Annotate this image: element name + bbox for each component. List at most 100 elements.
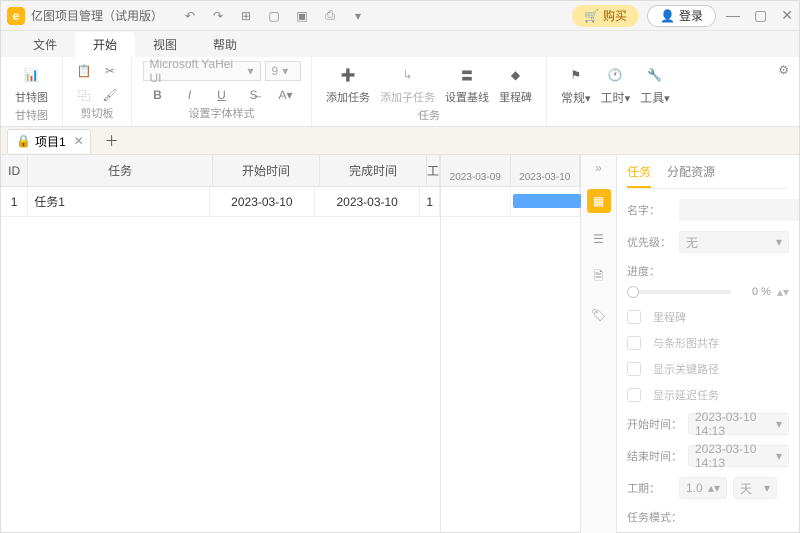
- barshare-checkbox[interactable]: [627, 336, 641, 350]
- tab-start[interactable]: 开始: [75, 32, 135, 57]
- new-icon[interactable]: ⊞: [239, 9, 253, 23]
- close-icon[interactable]: ✕: [781, 7, 793, 24]
- redo-icon[interactable]: ↷: [211, 9, 225, 23]
- cell-start[interactable]: 2023-03-10: [210, 187, 315, 216]
- table-header: ID 任务 开始时间 完成时间 工: [1, 155, 440, 187]
- gantt-row[interactable]: [441, 187, 580, 217]
- priority-select[interactable]: 无▾: [679, 231, 789, 253]
- more-icon[interactable]: ▾: [351, 9, 365, 23]
- brush-icon[interactable]: 🖌: [99, 85, 121, 105]
- baseline-button[interactable]: 〓设置基线: [441, 61, 493, 107]
- minimize-icon[interactable]: ―: [726, 7, 740, 24]
- paste-icon[interactable]: 📋: [73, 61, 95, 81]
- rail-list-icon[interactable]: ☰: [587, 227, 611, 251]
- undo-icon[interactable]: ↶: [183, 9, 197, 23]
- subtask-icon: ↳: [396, 63, 420, 87]
- stepper-icon[interactable]: ▴▾: [777, 285, 789, 299]
- document-tabs: 🔒 项目1 ✕ ＋: [1, 127, 799, 155]
- titlebar: e 亿图项目管理（试用版） ↶ ↷ ⊞ ▢ ▣ ⎙ ▾ 🛒 购买 👤登录 ― ▢…: [1, 1, 799, 31]
- gantt-button[interactable]: 📊 甘特图: [11, 61, 52, 107]
- col-dur[interactable]: 工: [427, 155, 440, 186]
- fontcolor-icon[interactable]: A▾: [275, 85, 297, 105]
- col-id[interactable]: ID: [1, 155, 28, 186]
- bold-icon[interactable]: B: [147, 85, 169, 105]
- dur-input[interactable]: 1.0▴▾: [679, 477, 727, 499]
- open-icon[interactable]: ▢: [267, 9, 281, 23]
- lock-icon: 🔒: [16, 134, 31, 148]
- gantt-chart: 2023-03-09 2023-03-10: [441, 155, 581, 533]
- close-tab-icon[interactable]: ✕: [74, 134, 84, 148]
- col-task[interactable]: 任务: [28, 155, 213, 186]
- copy-icon[interactable]: ⿻: [73, 85, 95, 105]
- duration-label: 工期：: [627, 480, 673, 496]
- addtask-button[interactable]: ➕添加任务: [322, 61, 374, 107]
- gantt-date: 2023-03-10: [511, 155, 581, 186]
- critpath-checkbox[interactable]: [627, 362, 641, 376]
- progress-slider[interactable]: [627, 290, 731, 294]
- col-end[interactable]: 完成时间: [320, 155, 427, 186]
- login-label: 登录: [679, 7, 703, 24]
- gear-icon[interactable]: ⚙: [778, 63, 789, 77]
- critpath-cb-label: 显示关键路径: [653, 361, 719, 377]
- font-select[interactable]: Microsoft YaHei UI▾: [143, 61, 261, 81]
- buy-button[interactable]: 🛒 购买: [572, 5, 639, 27]
- slider-handle[interactable]: [627, 286, 639, 298]
- chevron-down-icon: ▾: [247, 64, 253, 78]
- panel-tab-alloc[interactable]: 分配资源: [667, 163, 715, 188]
- doc-tab[interactable]: 🔒 项目1 ✕: [7, 129, 91, 153]
- barshare-cb-label: 与条形图共存: [653, 335, 719, 351]
- chevron-down-icon: ▾: [764, 481, 770, 495]
- rail-task-icon[interactable]: ▦: [587, 189, 611, 213]
- name-label: 名字：: [627, 202, 673, 218]
- cell-task[interactable]: 任务1: [28, 187, 209, 216]
- ribbon: ⚙ 📊 甘特图 甘特图 📋 ✂ ⿻ 🖌 剪切板 Microsoft YaHei …: [1, 57, 799, 127]
- rail-tag-icon[interactable]: 🏷: [587, 303, 611, 327]
- cell-end[interactable]: 2023-03-10: [315, 187, 420, 216]
- milestone-checkbox[interactable]: [627, 310, 641, 324]
- add-tab-button[interactable]: ＋: [105, 131, 119, 151]
- stepper-icon[interactable]: ▴▾: [708, 481, 720, 495]
- delayed-cb-label: 显示延迟任务: [653, 387, 719, 403]
- tools-icon: 🔧: [643, 63, 667, 87]
- milestone-button[interactable]: ◆里程碑: [495, 61, 536, 107]
- collapse-icon[interactable]: »: [595, 161, 602, 175]
- col-start[interactable]: 开始时间: [213, 155, 320, 186]
- chevron-down-icon: ▾: [776, 449, 782, 463]
- maximize-icon[interactable]: ▢: [754, 7, 767, 24]
- login-button[interactable]: 👤登录: [647, 5, 716, 27]
- general-label: 常规▾: [561, 89, 591, 106]
- font-size: 9: [272, 64, 279, 78]
- tab-file[interactable]: 文件: [15, 32, 75, 57]
- dur-unit-select[interactable]: 天▾: [733, 477, 777, 499]
- rail-doc-icon[interactable]: 🗎: [587, 265, 611, 289]
- underline-icon[interactable]: U: [211, 85, 233, 105]
- gantt-header: 2023-03-09 2023-03-10: [441, 155, 580, 187]
- cut-icon[interactable]: ✂: [99, 61, 121, 81]
- general-button[interactable]: ⚑常规▾: [557, 61, 595, 108]
- buy-label: 购买: [603, 7, 627, 24]
- panel-tab-task[interactable]: 任务: [627, 163, 651, 188]
- delayed-checkbox[interactable]: [627, 388, 641, 402]
- progress-value: 0 %: [737, 286, 771, 298]
- start-select[interactable]: 2023-03-10 14:13▾: [688, 413, 789, 435]
- gantt-label: 甘特图: [15, 89, 48, 105]
- name-input[interactable]: [679, 199, 799, 221]
- priority-value: 无: [686, 234, 698, 251]
- worktime-button[interactable]: 🕐工时▾: [597, 61, 635, 108]
- tab-view[interactable]: 视图: [135, 32, 195, 57]
- tools-button[interactable]: 🔧工具▾: [636, 61, 674, 108]
- end-select[interactable]: 2023-03-10 14:13▾: [688, 445, 789, 467]
- subtask-button[interactable]: ↳添加子任务: [376, 61, 439, 107]
- app-logo: e: [7, 7, 25, 25]
- strike-icon[interactable]: S̶: [243, 85, 265, 105]
- gantt-bar[interactable]: [513, 194, 582, 208]
- save-icon[interactable]: ▣: [295, 9, 309, 23]
- milestone-icon: ◆: [504, 63, 528, 87]
- table-row[interactable]: 1 任务1 2023-03-10 2023-03-10 1: [1, 187, 440, 217]
- cell-dur[interactable]: 1: [420, 187, 440, 216]
- progress-label: 进度：: [627, 263, 789, 279]
- fontsize-select[interactable]: 9▾: [265, 61, 301, 81]
- print-icon[interactable]: ⎙: [323, 9, 337, 23]
- italic-icon[interactable]: I: [179, 85, 201, 105]
- tab-help[interactable]: 帮助: [195, 32, 255, 57]
